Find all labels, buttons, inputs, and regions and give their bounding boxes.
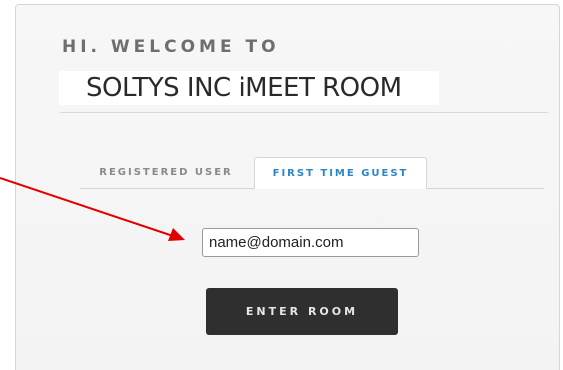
title-divider xyxy=(60,112,548,113)
email-field[interactable] xyxy=(202,228,419,257)
room-title: SOLTYS INC iMEET ROOM xyxy=(86,73,402,103)
welcome-screen: HI. WELCOME TO SOLTYS INC iMEET ROOM REG… xyxy=(0,0,563,370)
welcome-heading: HI. WELCOME TO xyxy=(62,37,280,57)
welcome-card: HI. WELCOME TO SOLTYS INC iMEET ROOM REG… xyxy=(15,4,560,370)
tab-first-time-guest[interactable]: FIRST TIME GUEST xyxy=(254,157,427,189)
tab-registered-user[interactable]: REGISTERED USER xyxy=(80,157,252,189)
enter-room-button[interactable]: ENTER ROOM xyxy=(206,288,398,335)
